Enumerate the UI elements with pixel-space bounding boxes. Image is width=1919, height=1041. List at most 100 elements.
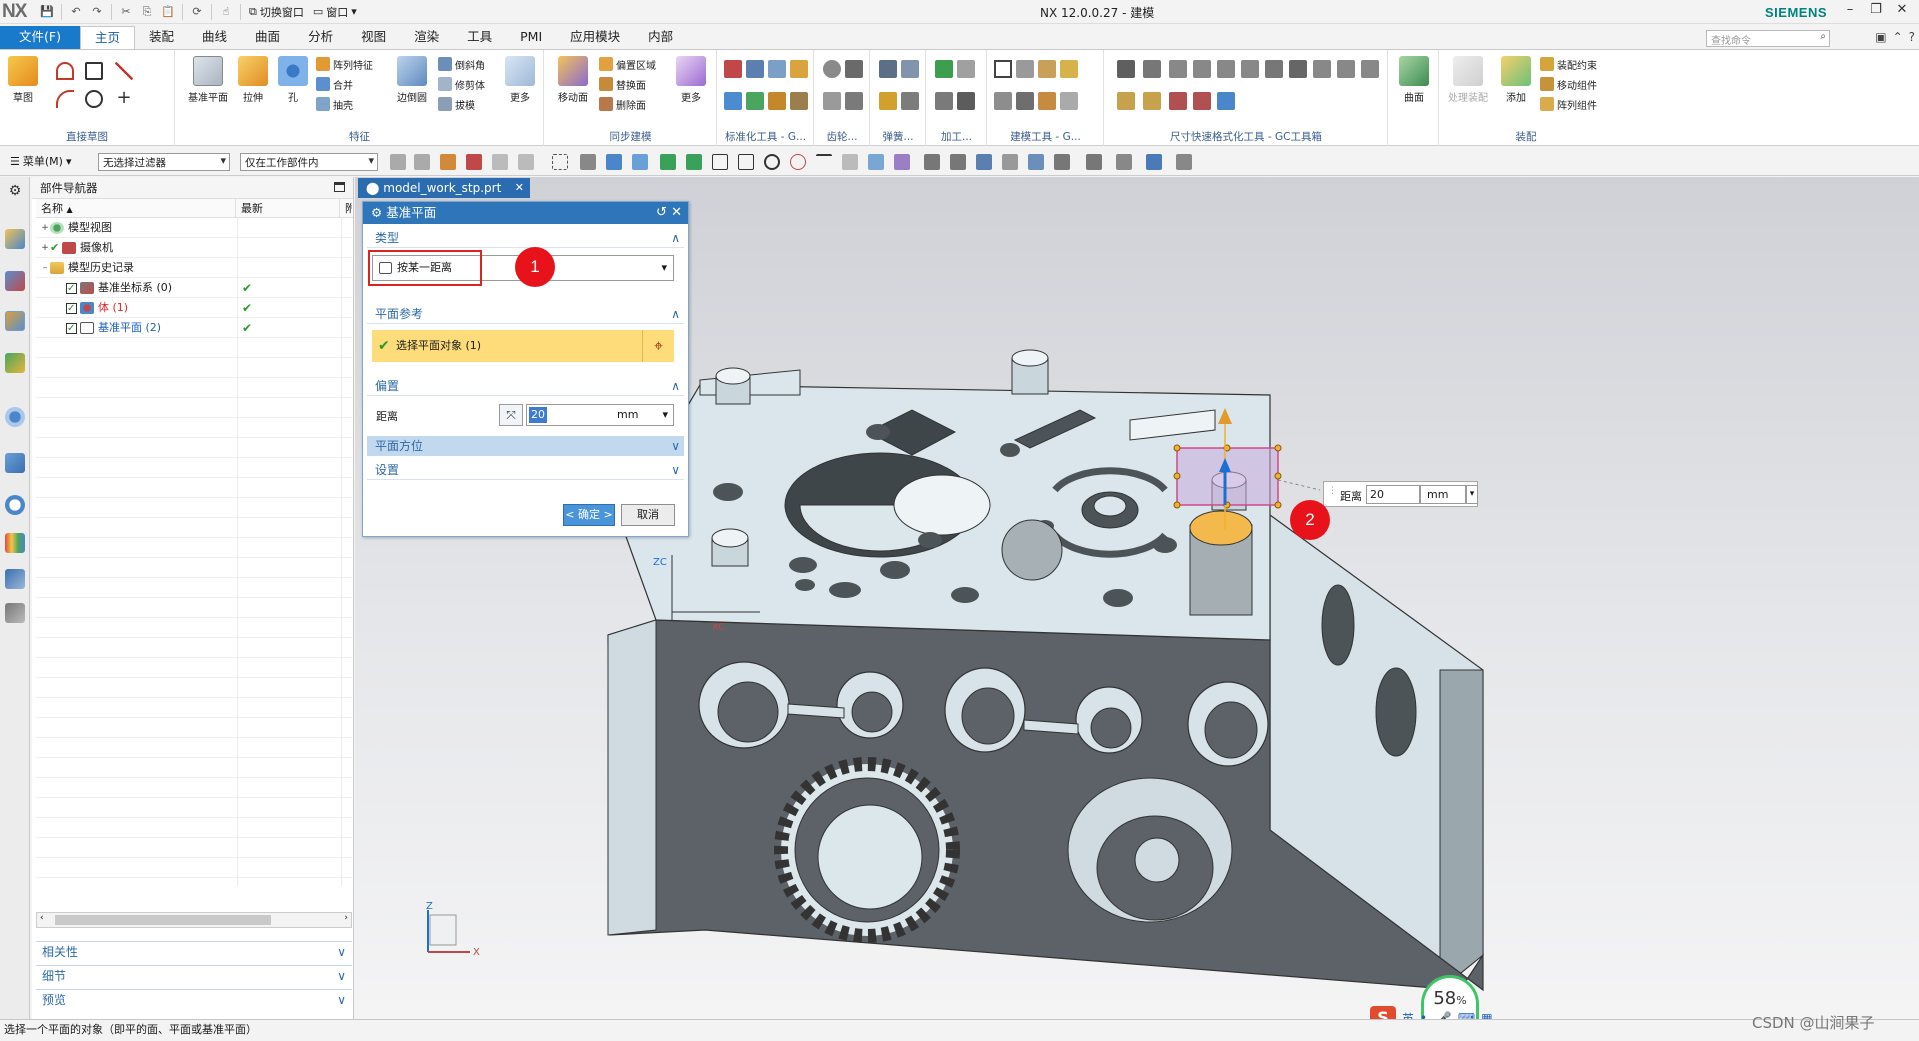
chamfer-button[interactable]: 倒斜角 <box>438 56 485 72</box>
view-tool-icon[interactable] <box>1002 154 1018 170</box>
feature-more-button[interactable]: 更多 <box>502 56 538 104</box>
reset-icon[interactable]: ↺ <box>656 205 667 220</box>
drag-handle-icon[interactable]: ⋮ <box>1328 486 1337 496</box>
ribbon-options-icon[interactable]: ▣ <box>1875 30 1886 44</box>
gc-tool-icon[interactable] <box>768 92 786 110</box>
gear-icon[interactable] <box>845 60 863 78</box>
offset-region-button[interactable]: 偏置区域 <box>599 56 656 72</box>
filter-tool-icon[interactable] <box>414 154 430 170</box>
tree-row-body[interactable]: 体 (1) ✔ <box>36 298 352 319</box>
visibility-checkbox[interactable] <box>66 279 77 299</box>
dimension-tool-icon[interactable] <box>1143 60 1161 78</box>
gear-icon[interactable]: ⚙ <box>5 183 25 203</box>
save-icon[interactable]: 💾 <box>38 3 56 20</box>
gc-tool-icon[interactable] <box>746 60 764 78</box>
draft-button[interactable]: 拔模 <box>438 96 475 112</box>
tab-internal[interactable]: 内部 <box>634 26 687 49</box>
replace-face-button[interactable]: 替换面 <box>599 76 646 92</box>
dimension-tool-icon[interactable] <box>1117 92 1135 110</box>
switch-window-button[interactable]: ⧉ 切换窗口 <box>246 4 307 20</box>
dimension-tool-icon[interactable] <box>1143 92 1161 110</box>
close-icon[interactable]: ✕ <box>1889 2 1915 17</box>
tab-tools[interactable]: 工具 <box>453 26 506 49</box>
view-tool-icon[interactable] <box>606 154 622 170</box>
dimension-tool-icon[interactable] <box>1169 60 1187 78</box>
section-plane-orientation[interactable]: 平面方位 ∨ <box>367 436 684 456</box>
shell-button[interactable]: 抽壳 <box>316 96 353 112</box>
undo-icon[interactable]: ↶ <box>67 3 85 20</box>
chevron-down-icon[interactable]: ▾ <box>662 405 668 425</box>
gc-tool-icon[interactable] <box>724 92 742 110</box>
tab-surface[interactable]: 曲面 <box>241 26 294 49</box>
paste-icon[interactable]: 📋 <box>159 3 177 20</box>
cut-icon[interactable]: ✂ <box>117 3 135 20</box>
snap-midpoint-icon[interactable] <box>686 154 702 170</box>
help-icon[interactable]: ? <box>1909 30 1915 44</box>
sketch-button[interactable]: 草图 <box>4 56 42 104</box>
float-distance-value[interactable]: 20 <box>1366 485 1420 504</box>
minimize-icon[interactable]: – <box>1837 2 1863 17</box>
tree-row-datum-plane[interactable]: 基准平面 (2) ✔ <box>36 318 352 339</box>
gear-icon[interactable] <box>823 60 841 78</box>
snap-control-icon[interactable] <box>712 154 728 170</box>
tab-applications[interactable]: 应用模块 <box>556 26 634 49</box>
pattern-component-button[interactable]: 阵列组件 <box>1540 96 1597 112</box>
column-uptodate[interactable]: 最新 <box>236 199 340 217</box>
line-icon[interactable] <box>115 62 133 80</box>
visibility-checkbox[interactable] <box>66 299 77 319</box>
collapse-icon[interactable]: – <box>40 258 50 278</box>
circle-icon[interactable] <box>85 90 103 108</box>
snap-quadrant-icon[interactable] <box>790 154 806 170</box>
expand-icon[interactable]: + <box>40 238 50 258</box>
crosshair-icon[interactable]: ⌖ <box>642 330 674 362</box>
web-browser-icon[interactable] <box>5 407 25 427</box>
scroll-right-icon[interactable]: › <box>344 913 348 923</box>
section-plane-reference[interactable]: 平面参考 ∧ <box>367 304 684 324</box>
modeling-tool-icon[interactable] <box>1016 60 1034 78</box>
snap-tool-icon[interactable] <box>518 154 534 170</box>
copy-icon[interactable]: ⎘ <box>138 3 156 20</box>
view-tool-icon[interactable] <box>632 154 648 170</box>
arc-icon[interactable] <box>56 90 74 108</box>
dimension-tool-icon[interactable] <box>1217 60 1235 78</box>
dimension-tool-icon[interactable] <box>1193 92 1211 110</box>
section-settings[interactable]: 设置 ∨ <box>367 460 684 480</box>
gc-tool-icon[interactable] <box>746 92 764 110</box>
column-attached[interactable]: 附 <box>340 199 352 217</box>
edge-blend-button[interactable]: 边倒圆 <box>390 56 434 104</box>
roles-icon[interactable] <box>5 603 25 623</box>
dimension-tool-icon[interactable] <box>1193 60 1211 78</box>
close-icon[interactable]: ✕ <box>671 205 682 220</box>
add-component-button[interactable]: 添加 <box>1498 56 1534 104</box>
command-search-input[interactable]: 查找命令 ⌕ <box>1706 30 1830 47</box>
hole-button[interactable]: 孔 <box>274 56 312 104</box>
panel-details[interactable]: 细节 ∨ <box>36 965 352 985</box>
reuse-library-icon[interactable] <box>5 353 25 373</box>
scroll-left-icon[interactable]: ‹ <box>40 913 44 923</box>
surface-button[interactable]: 曲面 <box>1393 56 1435 104</box>
rectangle-icon[interactable] <box>85 62 103 80</box>
float-distance-unit[interactable]: mm <box>1420 485 1466 504</box>
view-tool-icon[interactable] <box>1176 154 1192 170</box>
modeling-tool-icon[interactable] <box>1016 92 1034 110</box>
tab-render[interactable]: 渲染 <box>400 26 453 49</box>
sync-more-button[interactable]: 更多 <box>673 56 709 104</box>
formula-icon[interactable]: ⤧ <box>499 404 523 426</box>
triangle-icon[interactable] <box>994 60 1012 78</box>
dimension-tool-icon[interactable] <box>1169 92 1187 110</box>
modeling-tool-icon[interactable] <box>994 92 1012 110</box>
assembly-navigator-icon[interactable] <box>5 229 25 249</box>
section-offset[interactable]: 偏置 ∧ <box>367 376 684 396</box>
box-select-icon[interactable] <box>552 154 568 170</box>
search-icon[interactable]: ⌕ <box>1820 31 1826 42</box>
distance-input[interactable]: 20 mm ▾ <box>526 404 674 426</box>
snap-tool-icon[interactable] <box>894 154 910 170</box>
section-type[interactable]: 类型 ∧ <box>367 228 684 248</box>
delete-face-button[interactable]: 删除面 <box>599 96 646 112</box>
document-tab[interactable]: ⬤ model_work_stp.prt ✕ <box>358 178 530 198</box>
snap-arc-center-icon[interactable] <box>764 154 780 170</box>
view-tool-icon[interactable] <box>1116 154 1132 170</box>
part-navigator-icon[interactable] <box>5 311 25 331</box>
snap-tool-icon[interactable] <box>842 154 858 170</box>
menu-button[interactable]: ☰ 菜单(M) ▾ <box>10 153 71 169</box>
